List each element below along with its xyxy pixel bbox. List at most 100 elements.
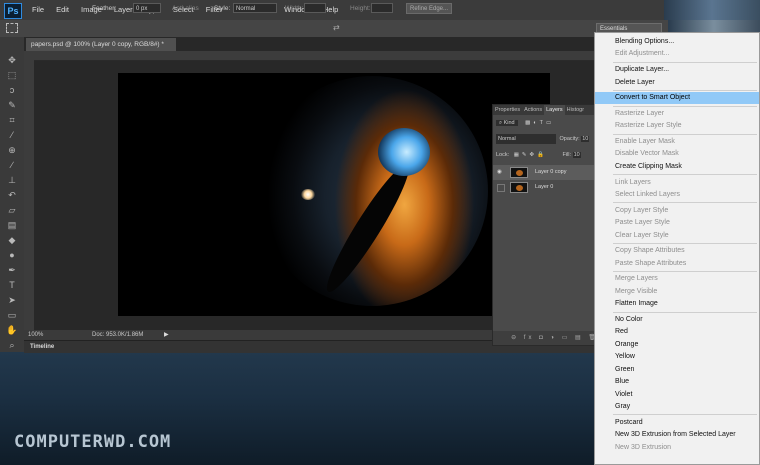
refine-edge-button[interactable]: Refine Edge... xyxy=(406,3,452,14)
opacity-input[interactable]: 10 xyxy=(581,136,590,142)
menu-item-red[interactable]: Red xyxy=(595,326,759,338)
menu-item-paste-shape-attributes: Paste Shape Attributes xyxy=(615,259,687,267)
swap-icon[interactable]: ⇄ xyxy=(333,23,340,32)
timeline-tab[interactable]: Timeline xyxy=(30,341,54,353)
menu-item-yellow[interactable]: Yellow xyxy=(595,351,759,363)
zoom-icon[interactable]: ⌕ xyxy=(5,340,19,351)
menu-item-new-3d-extrusion: New 3D Extrusion xyxy=(615,443,672,451)
app-logo: Ps xyxy=(4,3,22,19)
menu-separator xyxy=(613,61,757,63)
tab-actions[interactable]: Actions xyxy=(522,105,544,115)
height-input[interactable] xyxy=(371,3,393,13)
marquee-tool-icon[interactable] xyxy=(6,23,18,33)
zoom-level[interactable]: 100% xyxy=(28,330,43,340)
menu-edit[interactable]: Edit xyxy=(50,0,75,20)
menu-separator xyxy=(613,105,757,107)
antialias-checkbox[interactable]: Anti-alias xyxy=(172,5,199,12)
menu-separator xyxy=(613,311,757,313)
menu-item-duplicate-layer[interactable]: Duplicate Layer... xyxy=(595,64,759,76)
status-arrow-icon[interactable]: ▶ xyxy=(164,330,169,340)
opacity-label: Opacity: xyxy=(559,136,580,142)
healing-icon[interactable]: ⊕ xyxy=(5,145,19,156)
menu-item-delete-layer[interactable]: Delete Layer xyxy=(595,77,759,89)
history-brush-icon[interactable]: ↶ xyxy=(5,190,19,201)
menu-separator xyxy=(613,174,757,176)
filter-row: ⌕ Kind ▩◐T▭ xyxy=(496,118,554,128)
width-input[interactable] xyxy=(304,3,326,13)
shape-icon[interactable]: ▭ xyxy=(5,310,19,321)
menu-item-blue[interactable]: Blue xyxy=(595,376,759,388)
menu-item-link-layers: Link Layers xyxy=(615,178,651,186)
menu-file[interactable]: File xyxy=(26,0,50,20)
tab-layers[interactable]: Layers xyxy=(544,105,565,115)
window-controls[interactable] xyxy=(664,0,760,20)
eyedropper-icon[interactable]: ⁄ xyxy=(5,130,19,141)
menu-item-green[interactable]: Green xyxy=(595,364,759,376)
lock-row: Lock: ▦✎✥🔒 Fill: 10 xyxy=(496,150,581,160)
menu-separator xyxy=(613,242,757,244)
brush-icon[interactable]: ∕ xyxy=(5,160,19,171)
fill-input[interactable]: 10 xyxy=(572,152,581,158)
path-select-icon[interactable]: ➤ xyxy=(5,295,19,306)
menu-item-edit-adjustment: Edit Adjustment... xyxy=(615,50,670,58)
menu-item-gray[interactable]: Gray xyxy=(595,401,759,413)
menu-item-new-3d-extrusion-from-selected-layer[interactable]: New 3D Extrusion from Selected Layer xyxy=(595,429,759,441)
layer-name: Layer 0 copy xyxy=(535,169,567,175)
gradient-icon[interactable]: ▤ xyxy=(5,220,19,231)
menu-item-postcard[interactable]: Postcard xyxy=(595,417,759,429)
visibility-toggle[interactable] xyxy=(497,184,505,192)
menu-item-disable-vector-mask: Disable Vector Mask xyxy=(615,150,679,158)
tools-panel: ✥ ⬚ ↄ ✎ ⌗ ⁄ ⊕ ∕ ⊥ ↶ ▱ ▤ ◆ ● ✒ T ➤ ▭ ✋ ⌕ xyxy=(0,37,25,352)
blend-row: Normal Opacity: 10 xyxy=(496,134,590,144)
menu-separator xyxy=(613,414,757,416)
blend-mode-select[interactable]: Normal xyxy=(496,134,556,144)
tab-properties[interactable]: Properties xyxy=(493,105,522,115)
type-icon[interactable]: T xyxy=(5,280,19,291)
menu-item-no-color[interactable]: No Color xyxy=(595,314,759,326)
menu-item-select-linked-layers: Select Linked Layers xyxy=(615,190,680,198)
quick-select-icon[interactable]: ✎ xyxy=(5,100,19,111)
menu-item-create-clipping-mask[interactable]: Create Clipping Mask xyxy=(595,161,759,173)
menu-item-flatten-image[interactable]: Flatten Image xyxy=(595,298,759,310)
move-tool-icon[interactable]: ✥ xyxy=(5,55,19,66)
style-select[interactable]: Normal xyxy=(233,3,277,13)
menu-item-blending-options[interactable]: Blending Options... xyxy=(595,36,759,48)
layer-thumbnail xyxy=(510,182,528,193)
blur-icon[interactable]: ◆ xyxy=(5,235,19,246)
dodge-icon[interactable]: ● xyxy=(5,250,19,261)
menu-item-rasterize-layer-style: Rasterize Layer Style xyxy=(615,122,682,130)
status-bar: 100% Doc: 953.0K/1.86M ▶ xyxy=(24,330,504,340)
document-tab[interactable]: papers.psd @ 100% (Layer 0 copy, RGB/8#)… xyxy=(26,38,176,51)
layers-panel: Properties Actions Layers Histogr ⌕ Kind… xyxy=(492,104,602,346)
vertical-ruler xyxy=(24,51,34,330)
doc-info[interactable]: Doc: 953.0K/1.86M xyxy=(92,330,143,340)
visibility-eye-icon[interactable]: ◉ xyxy=(497,165,502,180)
stamp-icon[interactable]: ⊥ xyxy=(5,175,19,186)
width-label: Width: xyxy=(285,5,304,12)
menu-item-enable-layer-mask: Enable Layer Mask xyxy=(615,137,675,145)
menu-item-violet[interactable]: Violet xyxy=(595,389,759,401)
eraser-icon[interactable]: ▱ xyxy=(5,205,19,216)
menu-item-merge-layers: Merge Layers xyxy=(615,275,658,283)
pen-icon[interactable]: ✒ xyxy=(5,265,19,276)
layer-row[interactable]: ◉ Layer 0 copy xyxy=(493,165,601,180)
menu-item-clear-layer-style: Clear Layer Style xyxy=(615,231,669,239)
feather-input[interactable]: 0 px xyxy=(133,3,161,13)
lock-icons[interactable]: ▦✎✥🔒 xyxy=(514,152,547,158)
kind-label: Kind xyxy=(503,120,515,126)
panel-footer-icons[interactable]: ⊖ fx ◘ ◑ ▭ ▤ 🗑 xyxy=(493,331,601,345)
dragon-eye-image xyxy=(256,76,488,306)
filter-icons[interactable]: ▩◐T▭ xyxy=(525,120,554,126)
hand-icon[interactable]: ✋ xyxy=(5,325,19,336)
menu-item-orange[interactable]: Orange xyxy=(595,339,759,351)
lasso-icon[interactable]: ↄ xyxy=(5,85,19,96)
marquee-icon[interactable]: ⬚ xyxy=(5,70,19,81)
tab-histogram[interactable]: Histogr xyxy=(565,105,586,115)
fill-label: Fill: xyxy=(562,152,572,158)
kind-filter-select[interactable]: ⌕ Kind xyxy=(496,120,518,126)
menu-item-copy-shape-attributes: Copy Shape Attributes xyxy=(615,247,685,255)
crop-icon[interactable]: ⌗ xyxy=(5,115,19,126)
layer-row[interactable]: Layer 0 xyxy=(493,180,601,195)
image-canvas[interactable] xyxy=(118,73,550,316)
menu-item-convert-to-smart-object[interactable]: Convert to Smart Object xyxy=(595,92,759,105)
